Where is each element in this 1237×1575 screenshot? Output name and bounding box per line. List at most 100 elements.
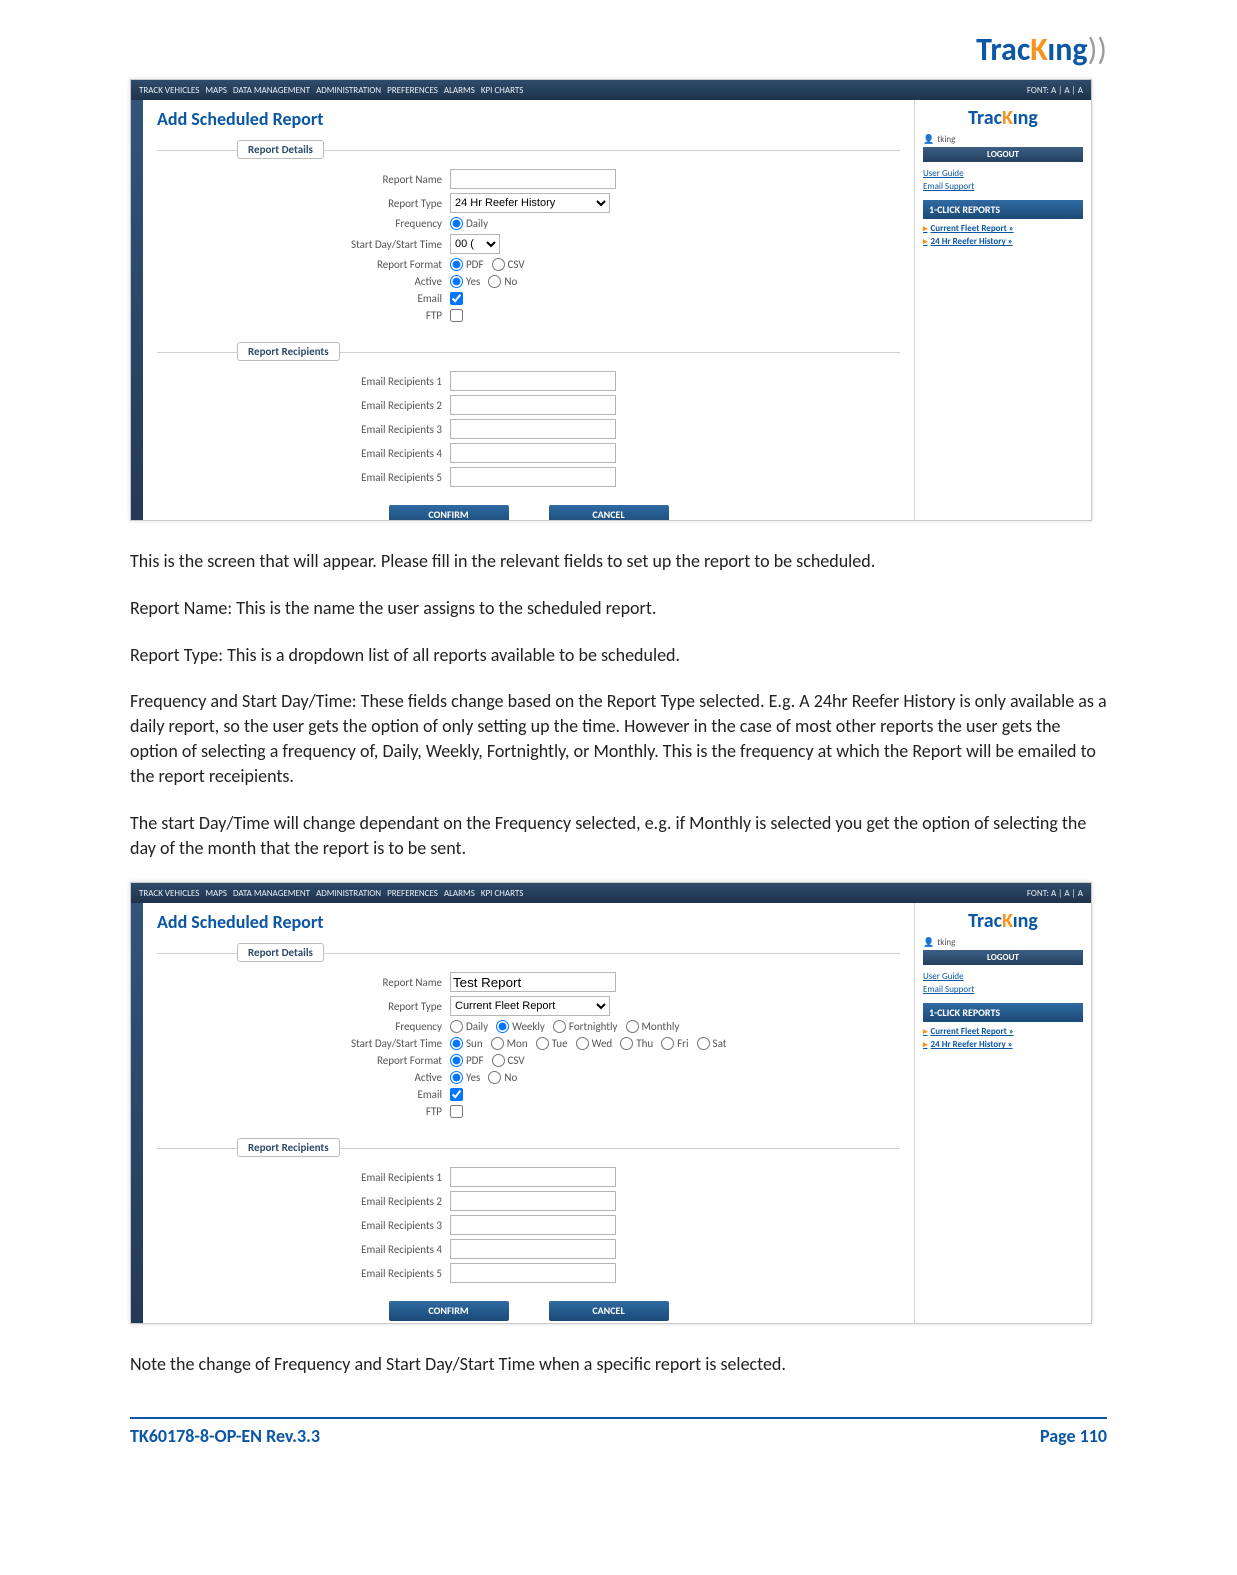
label-frequency: Frequency [157,217,450,230]
radio-freq-weekly[interactable] [496,1020,509,1033]
label-recipient-5: Email Recipients 5 [157,471,450,484]
link-email-support[interactable]: Email Support [923,181,1083,192]
input-recipient-1[interactable] [450,371,616,391]
label-active: Active [157,275,450,288]
radio-format-pdf[interactable] [450,258,463,271]
font-size-control[interactable]: Font: a | A | A [1027,888,1083,899]
sidebar-logo: TracKıng [923,909,1083,933]
input-recipient-1[interactable] [450,1167,616,1187]
paragraph: Note the change of Frequency and Start D… [130,1352,1107,1377]
input-recipient-4[interactable] [450,443,616,463]
radio-active-no[interactable] [488,1071,501,1084]
fieldset-details-tab: Report Details [237,943,324,962]
checkbox-email[interactable] [450,292,463,305]
input-recipient-2[interactable] [450,1191,616,1211]
label-email: Email [157,292,450,305]
page-title: Add Scheduled Report [157,108,900,130]
label-report-type: Report Type [157,197,450,210]
checkbox-email[interactable] [450,1088,463,1101]
screenshot-1: TRACK VEHICLESMAPSDATA MANAGEMENTADMINIS… [130,79,1092,521]
app-topbar: TRACK VEHICLESMAPSDATA MANAGEMENTADMINIS… [131,80,1091,100]
link-current-fleet-report[interactable]: ▸Current Fleet Report » [923,1026,1083,1037]
input-report-name[interactable] [450,169,616,189]
radio-format-csv[interactable] [492,258,505,271]
paragraph: Report Name: This is the name the user a… [130,596,1107,621]
link-user-guide[interactable]: User Guide [923,971,1083,982]
radio-day-sat[interactable] [697,1037,710,1050]
link-current-fleet-report[interactable]: ▸Current Fleet Report » [923,223,1083,234]
page-footer: TK60178-8-OP-EN Rev.3.3 Page 110 [130,1417,1107,1447]
radio-freq-daily[interactable] [450,217,463,230]
link-user-guide[interactable]: User Guide [923,168,1083,179]
radio-day-thu[interactable] [620,1037,633,1050]
user-label: tking [923,134,1083,145]
label-recipient-4: Email Recipients 4 [157,1243,450,1256]
label-recipient-3: Email Recipients 3 [157,423,450,436]
radio-active-yes[interactable] [450,1071,463,1084]
left-rail [131,903,143,1323]
link-24hr-reefer-history[interactable]: ▸24 Hr Reefer History » [923,236,1083,247]
footer-page: Page 110 [1040,1425,1107,1447]
page-title: Add Scheduled Report [157,911,900,933]
font-size-control[interactable]: Font: a | A | A [1027,85,1083,96]
paragraph: This is the screen that will appear. Ple… [130,549,1107,574]
one-click-reports-header: 1-CLICK REPORTS [923,200,1083,219]
link-24hr-reefer-history[interactable]: ▸24 Hr Reefer History » [923,1039,1083,1050]
checkbox-ftp[interactable] [450,1105,463,1118]
link-email-support[interactable]: Email Support [923,984,1083,995]
label-recipient-2: Email Recipients 2 [157,1195,450,1208]
input-report-name[interactable] [450,972,616,992]
fieldset-details-tab: Report Details [237,140,324,159]
select-report-type[interactable]: Current Fleet Report [450,996,610,1016]
label-format: Report Format [157,1054,450,1067]
radio-freq-fortnightly[interactable] [553,1020,566,1033]
label-recipient-4: Email Recipients 4 [157,447,450,460]
logout-button[interactable]: LOGOUT [923,950,1083,965]
logout-button[interactable]: LOGOUT [923,147,1083,162]
select-start-time[interactable]: 00 ( [450,234,500,254]
radio-active-yes[interactable] [450,275,463,288]
confirm-button[interactable]: CONFIRM [389,505,509,521]
radio-day-wed[interactable] [576,1037,589,1050]
screenshot-2: TRACK VEHICLESMAPSDATA MANAGEMENTADMINIS… [130,882,1092,1324]
label-ftp: FTP [157,1105,450,1118]
radio-freq-monthly[interactable] [626,1020,639,1033]
radio-freq-daily[interactable] [450,1020,463,1033]
one-click-reports-header: 1-CLICK REPORTS [923,1003,1083,1022]
input-recipient-5[interactable] [450,1263,616,1283]
input-recipient-2[interactable] [450,395,616,415]
radio-format-pdf[interactable] [450,1054,463,1067]
radio-day-sun[interactable] [450,1037,463,1050]
paragraph: The start Day/Time will change dependant… [130,811,1107,861]
paragraph: Report Type: This is a dropdown list of … [130,643,1107,668]
radio-day-fri[interactable] [661,1037,674,1050]
footer-docid: TK60178-8-OP-EN Rev.3.3 [130,1425,320,1447]
nav-menu[interactable]: TRACK VEHICLESMAPSDATA MANAGEMENTADMINIS… [139,85,529,96]
label-start: Start Day/Start Time [157,1037,450,1050]
label-format: Report Format [157,258,450,271]
cancel-button[interactable]: CANCEL [549,505,669,521]
select-report-type[interactable]: 24 Hr Reefer History [450,193,610,213]
radio-day-mon[interactable] [491,1037,504,1050]
label-recipient-1: Email Recipients 1 [157,375,450,388]
cancel-button[interactable]: CANCEL [549,1301,669,1321]
left-rail [131,100,143,520]
paragraph: Frequency and Start Day/Time: These fiel… [130,689,1107,788]
nav-menu[interactable]: TRACK VEHICLESMAPSDATA MANAGEMENTADMINIS… [139,888,529,899]
label-ftp: FTP [157,309,450,322]
radio-format-csv[interactable] [492,1054,505,1067]
right-sidebar: TracKıng tking LOGOUT User Guide Email S… [914,100,1091,520]
checkbox-ftp[interactable] [450,309,463,322]
radio-day-tue[interactable] [536,1037,549,1050]
label-active: Active [157,1071,450,1084]
input-recipient-5[interactable] [450,467,616,487]
radio-active-no[interactable] [488,275,501,288]
input-recipient-3[interactable] [450,419,616,439]
document-body: This is the screen that will appear. Ple… [130,549,1107,860]
app-topbar: TRACK VEHICLESMAPSDATA MANAGEMENTADMINIS… [131,883,1091,903]
input-recipient-3[interactable] [450,1215,616,1235]
input-recipient-4[interactable] [450,1239,616,1259]
label-report-name: Report Name [157,173,450,186]
confirm-button[interactable]: CONFIRM [389,1301,509,1321]
label-report-type: Report Type [157,1000,450,1013]
